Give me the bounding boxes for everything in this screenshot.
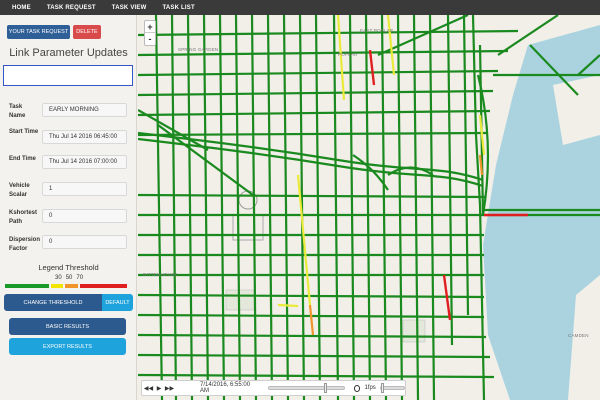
label-rittenhouse: RITTENHOUSE <box>143 272 178 277</box>
change-threshold-button[interactable]: CHANGE THRESHOLD <box>4 294 102 311</box>
panel-title: Link Parameter Updates <box>9 47 128 59</box>
legend-threshold-3: 70 <box>76 275 84 281</box>
basic-results-button[interactable]: BASIC RESULTS <box>9 318 126 335</box>
legend-yellow-swatch <box>51 284 64 288</box>
washington-park <box>402 319 426 343</box>
zoom-in-button[interactable]: + <box>145 21 155 33</box>
legend-threshold-2: 50 <box>65 275 73 281</box>
play-button[interactable]: ▶ <box>155 382 163 394</box>
export-results-button[interactable]: EXPORT RESULTS <box>9 338 126 355</box>
rewind-button[interactable]: ◀◀ <box>144 382 153 394</box>
nav-home[interactable]: HOME <box>12 5 31 11</box>
map-view[interactable]: SPRING GARDEN POPLAR EAST POPLAR RITTENH… <box>138 15 600 400</box>
playback-timestamp: 7/14/2016, 6:55:00 AM <box>200 382 251 394</box>
legend-red-swatch <box>79 284 127 288</box>
zoom-out-button[interactable]: - <box>145 33 155 45</box>
legend-color-bar <box>5 284 127 288</box>
nav-task-list[interactable]: TASK LIST <box>162 5 194 11</box>
kshortest-path-label: Kshortest Path <box>9 210 38 225</box>
forward-button[interactable]: ▶▶ <box>165 382 174 394</box>
sidebar-panel: YOUR TASK REQUEST DELETE Link Parameter … <box>0 15 137 400</box>
label-spring-garden: SPRING GARDEN <box>178 47 219 52</box>
clock-icon <box>353 384 361 392</box>
start-time-label: Start Time <box>9 129 39 135</box>
top-navigation: HOME TASK REQUEST TASK VIEW TASK LIST <box>0 0 600 15</box>
end-time-field[interactable]: Thu Jul 14 2016 07:00:00 <box>42 155 127 169</box>
delete-button[interactable]: DELETE <box>73 25 101 39</box>
link-parameter-input[interactable] <box>3 65 133 86</box>
kshortest-path-field[interactable]: 0 <box>42 209 127 223</box>
nav-task-request[interactable]: TASK REQUEST <box>47 5 96 11</box>
legend-threshold-values: 30 50 70 <box>55 275 83 281</box>
default-button[interactable]: DEFAULT <box>102 294 133 311</box>
legend-threshold-1: 30 <box>55 275 62 281</box>
legend-title: Legend Threshold <box>38 263 99 272</box>
fps-label: 1fps <box>364 385 376 391</box>
legend-orange-swatch <box>65 284 78 288</box>
time-slider[interactable] <box>267 383 345 393</box>
nav-task-view[interactable]: TASK VIEW <box>112 5 147 11</box>
vehicle-scalar-field[interactable]: 1 <box>42 182 127 196</box>
fps-slider[interactable] <box>379 383 405 393</box>
your-task-request-button[interactable]: YOUR TASK REQUEST <box>7 25 70 39</box>
legend-green-swatch <box>5 284 50 288</box>
label-poplar: POPLAR <box>338 52 358 57</box>
task-name-label: Task Name <box>9 104 26 119</box>
fps-slider-handle[interactable] <box>380 383 384 393</box>
time-slider-handle[interactable] <box>323 383 327 393</box>
label-camden: CAMDEN <box>568 333 589 338</box>
end-time-label: End Time <box>9 156 36 162</box>
start-time-field[interactable]: Thu Jul 14 2016 06:45:00 <box>42 130 127 144</box>
playback-bar: ◀◀ ▶ ▶▶ 7/14/2016, 6:55:00 AM 1fps <box>141 380 406 396</box>
label-east-poplar: EAST POPLAR <box>360 28 394 33</box>
task-name-field[interactable]: EARLY MORNING <box>42 103 127 117</box>
dispersion-factor-label: Dispersion Factor <box>9 237 41 252</box>
vehicle-scalar-label: Vehicle Scalar <box>9 183 30 198</box>
map-canvas <box>138 15 600 400</box>
dispersion-factor-field[interactable]: 0 <box>42 235 127 249</box>
zoom-control: + - <box>144 20 156 46</box>
